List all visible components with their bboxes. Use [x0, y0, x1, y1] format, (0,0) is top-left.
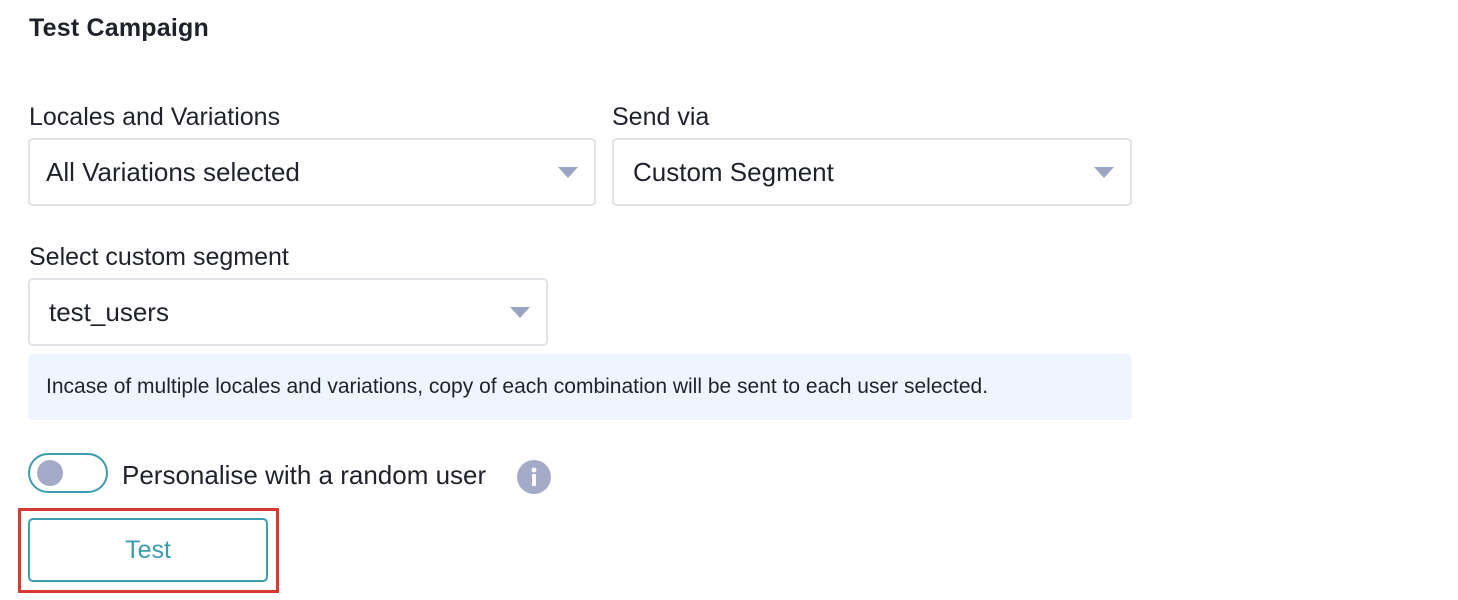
toggle-knob — [37, 460, 63, 486]
info-note: Incase of multiple locales and variation… — [28, 354, 1132, 420]
locales-select[interactable]: All Variations selected — [28, 138, 596, 206]
chevron-down-icon — [510, 307, 530, 318]
send-via-select[interactable]: Custom Segment — [612, 138, 1132, 206]
chevron-down-icon — [1094, 167, 1114, 178]
info-note-text: Incase of multiple locales and variation… — [46, 375, 989, 398]
segment-label: Select custom segment — [29, 243, 289, 271]
info-icon[interactable] — [517, 460, 551, 494]
send-via-label: Send via — [612, 103, 710, 131]
personalise-toggle[interactable] — [28, 453, 108, 493]
segment-select[interactable]: test_users — [28, 278, 548, 346]
chevron-down-icon — [558, 167, 578, 178]
segment-select-value: test_users — [49, 296, 169, 327]
personalise-label: Personalise with a random user — [122, 460, 487, 490]
locales-label: Locales and Variations — [29, 103, 281, 131]
test-button[interactable]: Test — [28, 518, 268, 582]
page-title: Test Campaign — [29, 14, 209, 42]
locales-select-value: All Variations selected — [46, 156, 300, 187]
send-via-select-value: Custom Segment — [633, 156, 834, 187]
